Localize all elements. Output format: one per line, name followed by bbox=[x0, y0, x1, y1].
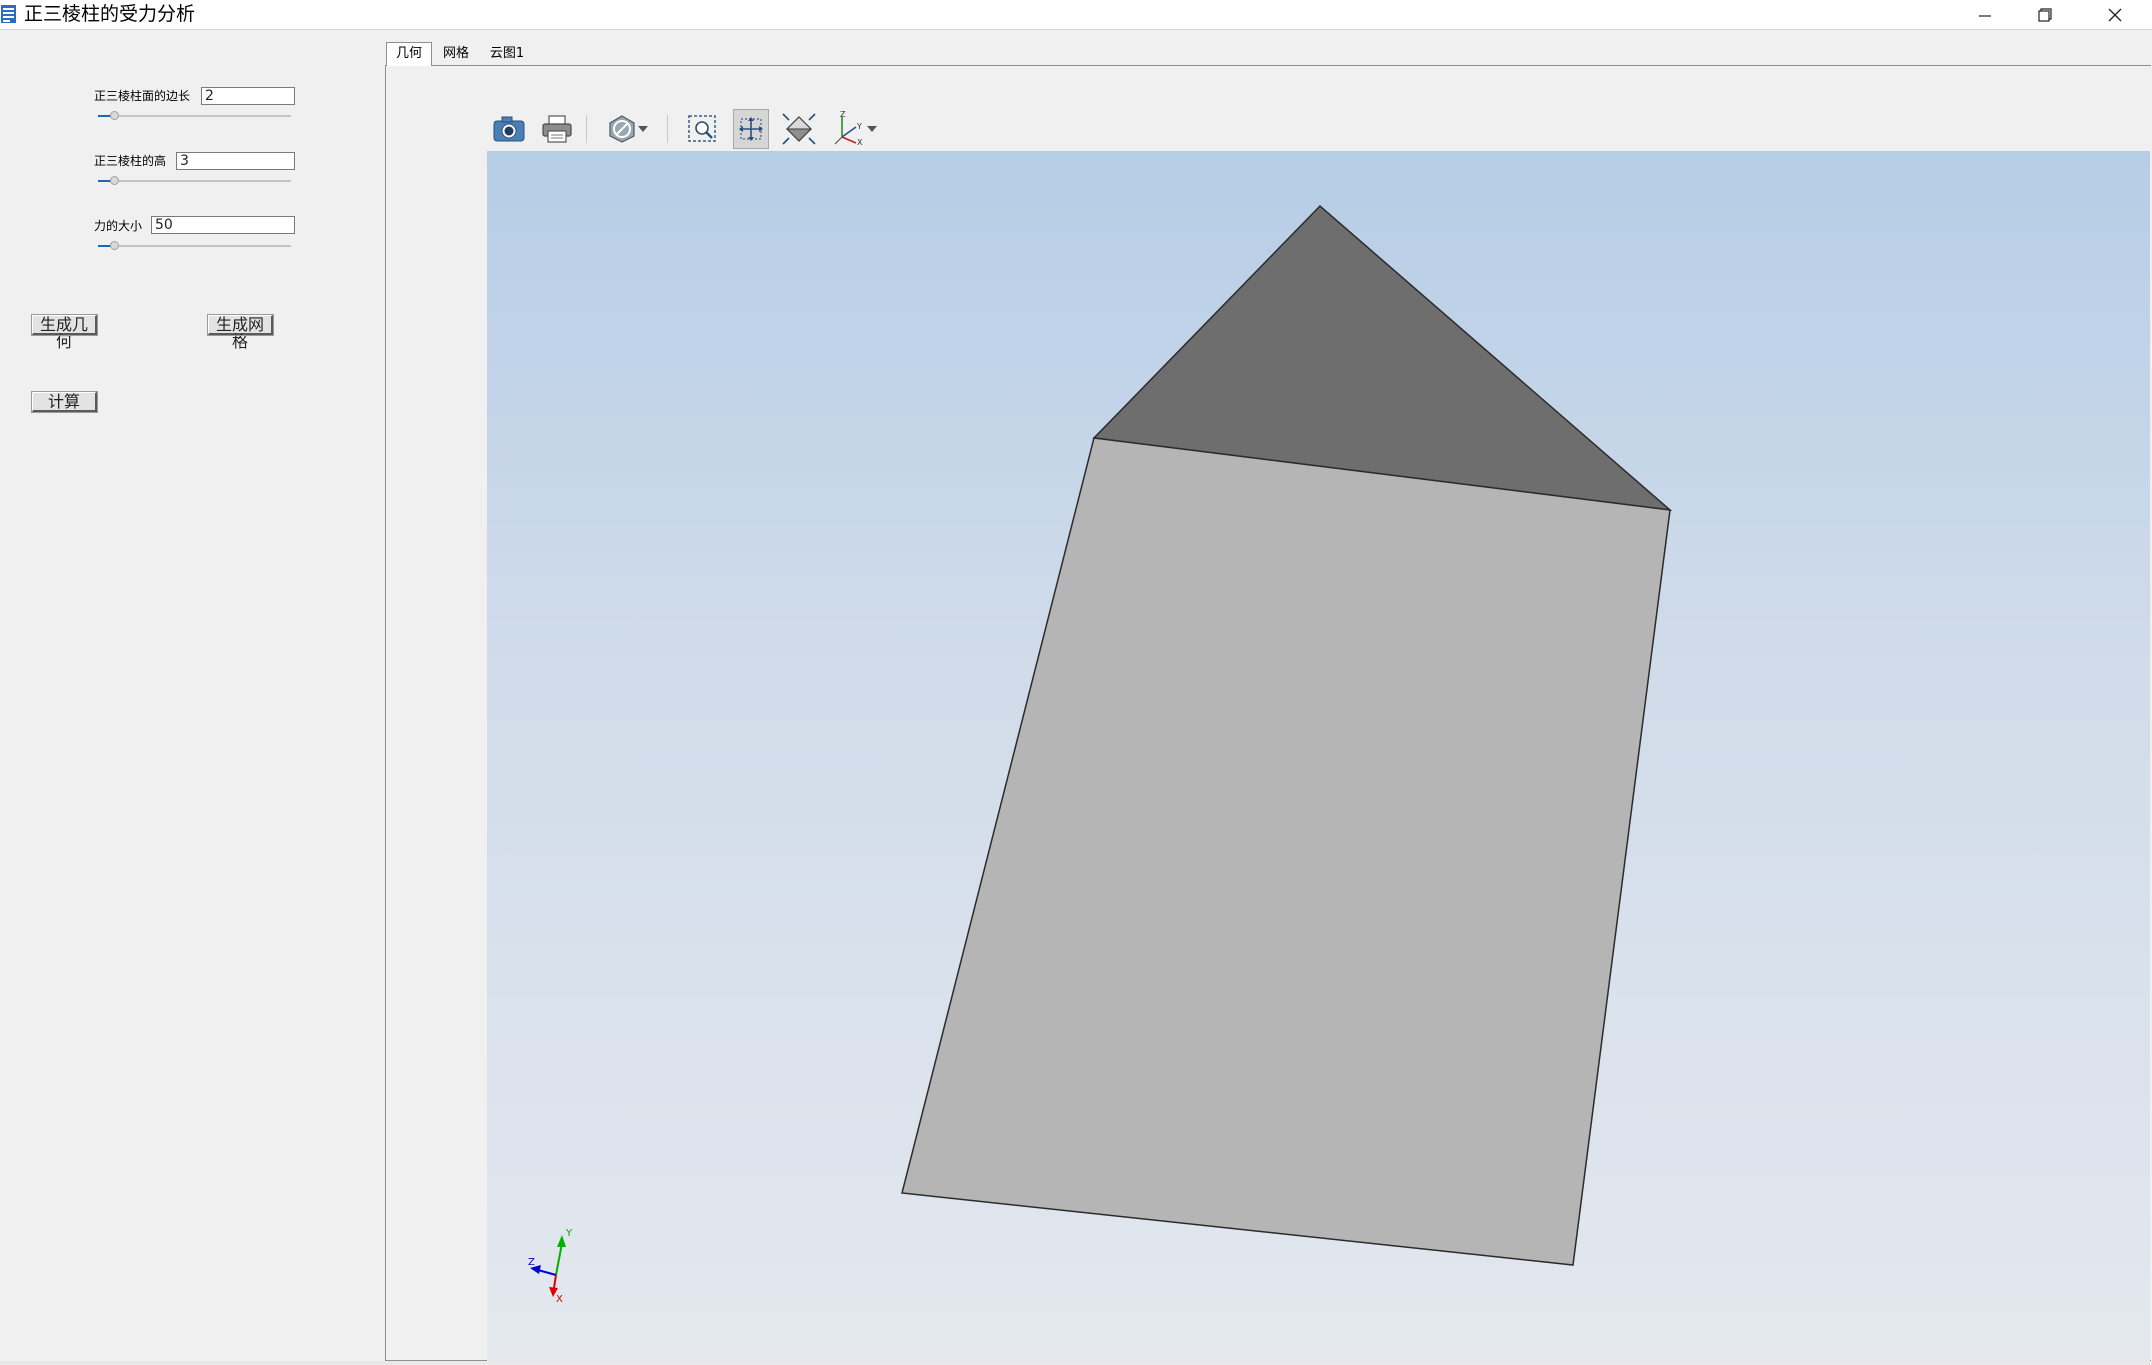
tab-geometry[interactable]: 几何 bbox=[386, 42, 432, 66]
restore-icon bbox=[2038, 7, 2052, 22]
generate-mesh-button[interactable]: 生成网格 bbox=[207, 314, 274, 350]
edge-length-label: 正三棱柱面的边长 bbox=[94, 89, 191, 103]
height-input[interactable] bbox=[176, 152, 295, 170]
axes-orientation-dropdown[interactable]: Z Y X bbox=[827, 109, 883, 149]
window-title: 正三棱柱的受力分析 bbox=[24, 3, 196, 25]
triad-x-label: X bbox=[556, 1294, 563, 1305]
status-strip bbox=[0, 1361, 2152, 1365]
height-slider[interactable] bbox=[98, 176, 291, 185]
triad-y-label: Y bbox=[565, 1228, 573, 1239]
force-slider[interactable] bbox=[98, 241, 291, 250]
close-icon bbox=[2108, 8, 2122, 21]
prism-side-face bbox=[901, 437, 1671, 1266]
edge-length-slider[interactable] bbox=[98, 111, 291, 120]
minimize-button[interactable] bbox=[1951, 0, 2019, 29]
minimize-icon bbox=[1979, 14, 1991, 17]
app-icon bbox=[1, 5, 16, 23]
orientation-triad: Y Z X bbox=[528, 1228, 573, 1305]
chevron-down-icon bbox=[638, 126, 648, 132]
generate-geometry-button[interactable]: 生成几何 bbox=[31, 314, 98, 350]
tab-contour[interactable]: 云图1 bbox=[482, 43, 532, 65]
display-mode-dropdown[interactable] bbox=[601, 109, 655, 149]
axes-orientation-icon: Z Y X bbox=[834, 111, 863, 147]
title-bar: 正三棱柱的受力分析 bbox=[0, 0, 2152, 30]
fit-view-button[interactable] bbox=[779, 109, 819, 149]
print-icon bbox=[542, 115, 572, 143]
3d-viewport[interactable]: Y Z X bbox=[487, 151, 2150, 1361]
edge-length-input[interactable] bbox=[201, 87, 295, 105]
height-label: 正三棱柱的高 bbox=[94, 154, 167, 168]
tab-mesh[interactable]: 网格 bbox=[434, 43, 478, 65]
zoom-box-button[interactable] bbox=[683, 109, 723, 149]
force-label: 力的大小 bbox=[94, 219, 143, 233]
slider-thumb[interactable] bbox=[110, 176, 119, 185]
screenshot-button[interactable] bbox=[489, 109, 529, 149]
triad-z-label: Z bbox=[528, 1257, 535, 1268]
close-button[interactable] bbox=[2081, 0, 2149, 29]
svg-text:Z: Z bbox=[840, 111, 846, 119]
svg-text:X: X bbox=[857, 138, 863, 147]
display-mode-icon bbox=[609, 115, 635, 143]
pan-button[interactable] bbox=[733, 109, 769, 149]
svg-text:Y: Y bbox=[856, 122, 862, 131]
zoom-box-icon bbox=[688, 115, 716, 142]
fit-view-icon bbox=[782, 113, 816, 145]
slider-thumb[interactable] bbox=[110, 241, 119, 250]
camera-icon bbox=[493, 116, 525, 142]
slider-thumb[interactable] bbox=[110, 111, 119, 120]
chevron-down-icon bbox=[867, 126, 877, 132]
prism-render bbox=[901, 204, 1673, 1266]
print-button[interactable] bbox=[537, 109, 577, 149]
restore-button[interactable] bbox=[2011, 0, 2079, 29]
viewer-toolbar: Z Y X bbox=[487, 109, 2150, 151]
force-input[interactable] bbox=[151, 216, 295, 234]
compute-button[interactable]: 计算 bbox=[31, 391, 98, 413]
pan-icon bbox=[739, 117, 763, 141]
